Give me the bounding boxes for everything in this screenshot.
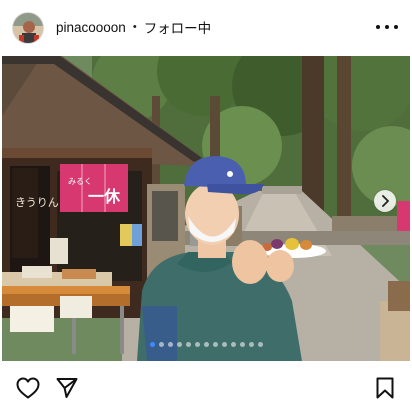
save-button[interactable] [376, 377, 394, 404]
follow-status-button[interactable]: フォロー中 [144, 17, 212, 37]
avatar[interactable] [12, 12, 44, 44]
carousel-indicator [2, 342, 410, 347]
carousel-dot [239, 342, 245, 347]
carousel-dot [230, 342, 236, 347]
carousel-dot [158, 342, 164, 347]
more-horizontal-icon[interactable] [376, 17, 398, 37]
post-header: pinacoooon • フォロー中 [0, 0, 412, 55]
carousel-dot [149, 342, 155, 347]
carousel-dot [221, 342, 227, 347]
photo-scene: みるく 一休 きうりん [2, 56, 410, 361]
like-button[interactable] [16, 377, 40, 404]
heart-icon [16, 377, 40, 399]
carousel-dot [194, 342, 200, 347]
username-link[interactable]: pinacoooon [56, 20, 126, 35]
share-button[interactable] [56, 377, 78, 404]
carousel-dot [167, 342, 173, 347]
post-photo[interactable]: みるく 一休 きうりん [2, 56, 410, 361]
banner-small-text: みるく [68, 177, 92, 186]
carousel-dot [185, 342, 191, 347]
next-photo-button[interactable] [374, 190, 396, 212]
carousel-dot [257, 342, 263, 347]
carousel-dot [203, 342, 209, 347]
post-actions [0, 362, 412, 405]
bookmark-icon [376, 377, 394, 399]
chevron-right-icon [382, 195, 389, 207]
separator-dot: • [132, 21, 137, 33]
paper-plane-icon [56, 378, 78, 398]
banner-text: 一休 [88, 187, 121, 206]
shop-sign-text: きうりん [15, 196, 59, 209]
username-row: pinacoooon • フォロー中 [56, 16, 211, 38]
carousel-dot [248, 342, 254, 347]
carousel-dot [212, 342, 218, 347]
carousel-dot [176, 342, 182, 347]
avatar-image [13, 13, 43, 43]
